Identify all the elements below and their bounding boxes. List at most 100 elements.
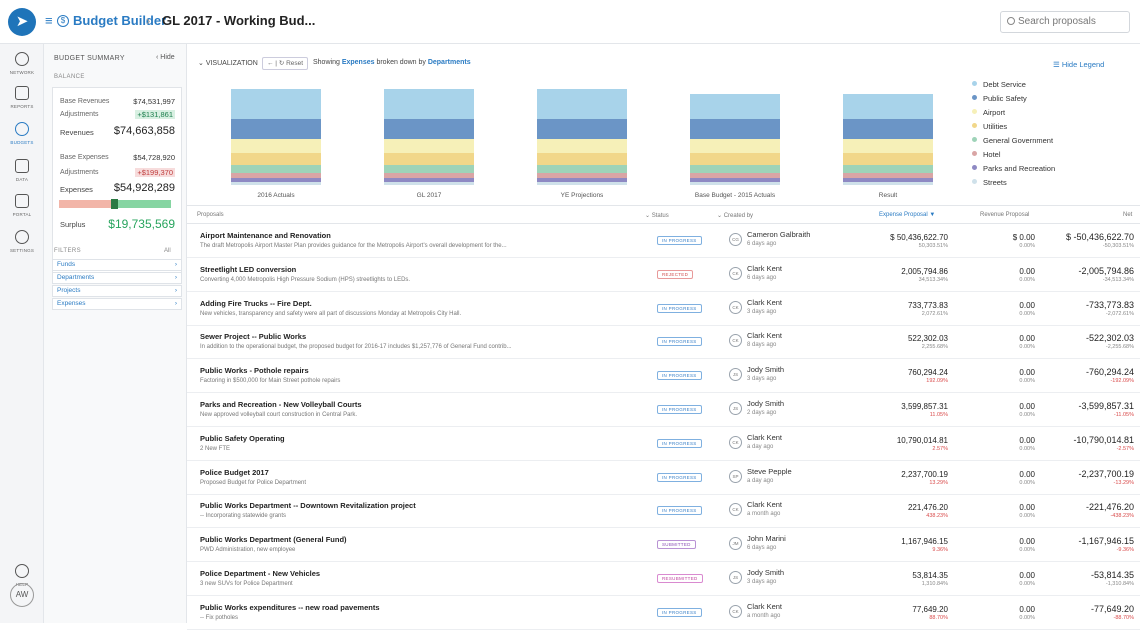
bar-segment[interactable] xyxy=(843,139,933,153)
table-row[interactable]: Airport Maintenance and Renovation The dr… xyxy=(187,224,1140,258)
hide-summary-button[interactable]: ‹ Hide xyxy=(156,54,175,61)
filter-departments[interactable]: Departments › xyxy=(52,272,182,284)
nav-portal[interactable]: PORTAL xyxy=(0,194,44,217)
table-row[interactable]: Police Budget 2017 Proposed Budget for Po… xyxy=(187,461,1140,495)
legend-item[interactable]: Hotel xyxy=(972,150,1001,159)
back-arrow-icon[interactable]: ← xyxy=(267,60,274,67)
filters-all-toggle[interactable]: All xyxy=(164,248,171,254)
bar-segment[interactable] xyxy=(231,178,321,182)
bar-segment[interactable] xyxy=(537,119,627,139)
bar-segment[interactable] xyxy=(690,119,780,139)
table-row[interactable]: Parks and Recreation - New Volleyball Co… xyxy=(187,393,1140,427)
bar-segment[interactable] xyxy=(843,182,933,185)
nav-data[interactable]: DATA xyxy=(0,159,44,182)
bar-segment[interactable] xyxy=(690,173,780,178)
proposal-title[interactable]: Public Works Department -- Downtown Revi… xyxy=(200,501,416,510)
bar-segment[interactable] xyxy=(537,165,627,173)
bar-segment[interactable] xyxy=(231,89,321,119)
col-revenue-proposal[interactable]: Revenue Proposal xyxy=(980,212,1029,218)
proposal-title[interactable]: Airport Maintenance and Renovation xyxy=(200,231,331,240)
table-row[interactable]: Public Works Department (General Fund) PW… xyxy=(187,528,1140,563)
col-proposals[interactable]: Proposals xyxy=(197,212,224,218)
table-row[interactable]: Sewer Project -- Public Works In addition… xyxy=(187,325,1140,360)
bar-segment[interactable] xyxy=(537,182,627,185)
bar-segment[interactable] xyxy=(690,153,780,165)
bar-segment[interactable] xyxy=(537,89,627,119)
filter-projects[interactable]: Projects › xyxy=(52,285,182,297)
filter-expenses[interactable]: Expenses › xyxy=(52,298,182,310)
bar-segment[interactable] xyxy=(843,165,933,173)
bar-segment[interactable] xyxy=(843,94,933,119)
bar-segment[interactable] xyxy=(690,182,780,185)
table-row[interactable]: Public Works Department -- Downtown Revi… xyxy=(187,494,1140,529)
bar-segment[interactable] xyxy=(537,173,627,178)
nav-reports[interactable]: REPORTS xyxy=(0,86,44,109)
bar-segment[interactable] xyxy=(231,119,321,139)
legend-item[interactable]: Parks and Recreation xyxy=(972,164,1055,173)
proposal-title[interactable]: Public Works Department (General Fund) xyxy=(200,535,347,544)
legend-item[interactable]: Airport xyxy=(972,108,1005,117)
bar-segment[interactable] xyxy=(690,178,780,182)
filter-funds[interactable]: Funds › xyxy=(52,259,182,271)
bar-segment[interactable] xyxy=(231,139,321,153)
proposal-title[interactable]: Sewer Project -- Public Works xyxy=(200,332,306,341)
proposal-title[interactable]: Public Safety Operating xyxy=(200,434,285,443)
col-status[interactable]: ⌄ Status xyxy=(645,212,669,219)
bar-segment[interactable] xyxy=(537,153,627,165)
col-expense-proposal[interactable]: Expense Proposal ▼ xyxy=(879,212,935,218)
proposal-title[interactable]: Public Works expenditures -- new road pa… xyxy=(200,603,380,612)
proposal-title[interactable]: Public Works - Pothole repairs xyxy=(200,366,309,375)
bar-segment[interactable] xyxy=(384,182,474,185)
table-row[interactable]: Streetlight LED conversion Converting 4,0… xyxy=(187,258,1140,292)
bar-segment[interactable] xyxy=(384,89,474,119)
app-title-link[interactable]: Budget Builder xyxy=(73,13,166,28)
bar-segment[interactable] xyxy=(537,178,627,182)
bar-segment[interactable] xyxy=(231,165,321,173)
table-row[interactable]: Public Safety Operating 2 New FTE IN PROGR… xyxy=(187,427,1140,461)
bar-segment[interactable] xyxy=(537,139,627,153)
bar-segment[interactable] xyxy=(690,94,780,119)
bar-segment[interactable] xyxy=(843,173,933,178)
bar-segment[interactable] xyxy=(384,139,474,153)
nav-budgets[interactable]: BUDGETS xyxy=(0,122,44,145)
proposal-title[interactable]: Adding Fire Trucks -- Fire Dept. xyxy=(200,299,312,308)
bar-segment[interactable] xyxy=(384,153,474,165)
search-input[interactable]: Search proposals xyxy=(1000,11,1130,33)
legend-item[interactable]: Streets xyxy=(972,178,1007,187)
legend-item[interactable]: Debt Service xyxy=(972,80,1026,89)
bar-segment[interactable] xyxy=(690,139,780,153)
col-created-by[interactable]: ⌄ Created by xyxy=(717,212,753,219)
bar-segment[interactable] xyxy=(843,178,933,182)
avatar[interactable]: AW xyxy=(10,583,34,607)
nav-network[interactable]: NETWORK xyxy=(0,52,44,75)
proposal-title[interactable]: Police Department - New Vehicles xyxy=(200,569,320,578)
legend-item[interactable]: Utilities xyxy=(972,122,1007,131)
proposal-title[interactable]: Police Budget 2017 xyxy=(200,468,269,477)
bar-segment[interactable] xyxy=(231,153,321,165)
bar-segment[interactable] xyxy=(231,173,321,178)
bar-segment[interactable] xyxy=(384,165,474,173)
table-row[interactable]: Police Department - New Vehicles 3 new SU… xyxy=(187,562,1140,596)
app-logo-icon[interactable]: ➤ xyxy=(8,8,36,36)
legend-item[interactable]: Public Safety xyxy=(972,94,1027,103)
table-row[interactable]: Adding Fire Trucks -- Fire Dept. New vehi… xyxy=(187,292,1140,326)
dimension-link[interactable]: Departments xyxy=(428,59,471,66)
visualization-toggle[interactable]: ⌄ VISUALIZATION xyxy=(198,59,258,67)
proposal-title[interactable]: Streetlight LED conversion xyxy=(200,265,296,274)
col-net[interactable]: Net xyxy=(1123,212,1132,218)
proposal-title[interactable]: Parks and Recreation - New Volleyball Co… xyxy=(200,400,362,409)
bar-segment[interactable] xyxy=(384,178,474,182)
bar-segment[interactable] xyxy=(690,165,780,173)
legend-item[interactable]: General Government xyxy=(972,136,1053,145)
bar-segment[interactable] xyxy=(384,119,474,139)
hide-legend-button[interactable]: ☰ Hide Legend xyxy=(1053,60,1104,69)
bar-segment[interactable] xyxy=(384,173,474,178)
menu-icon[interactable]: ≡ xyxy=(45,13,53,28)
bar-segment[interactable] xyxy=(843,119,933,139)
nav-settings[interactable]: SETTINGS xyxy=(0,230,44,253)
reset-button[interactable]: Reset xyxy=(286,60,303,67)
bar-segment[interactable] xyxy=(843,153,933,165)
table-row[interactable]: Public Works - Pothole repairs Factoring … xyxy=(187,359,1140,394)
bar-segment[interactable] xyxy=(231,182,321,185)
table-row[interactable]: Public Works expenditures -- new road pa… xyxy=(187,596,1140,630)
